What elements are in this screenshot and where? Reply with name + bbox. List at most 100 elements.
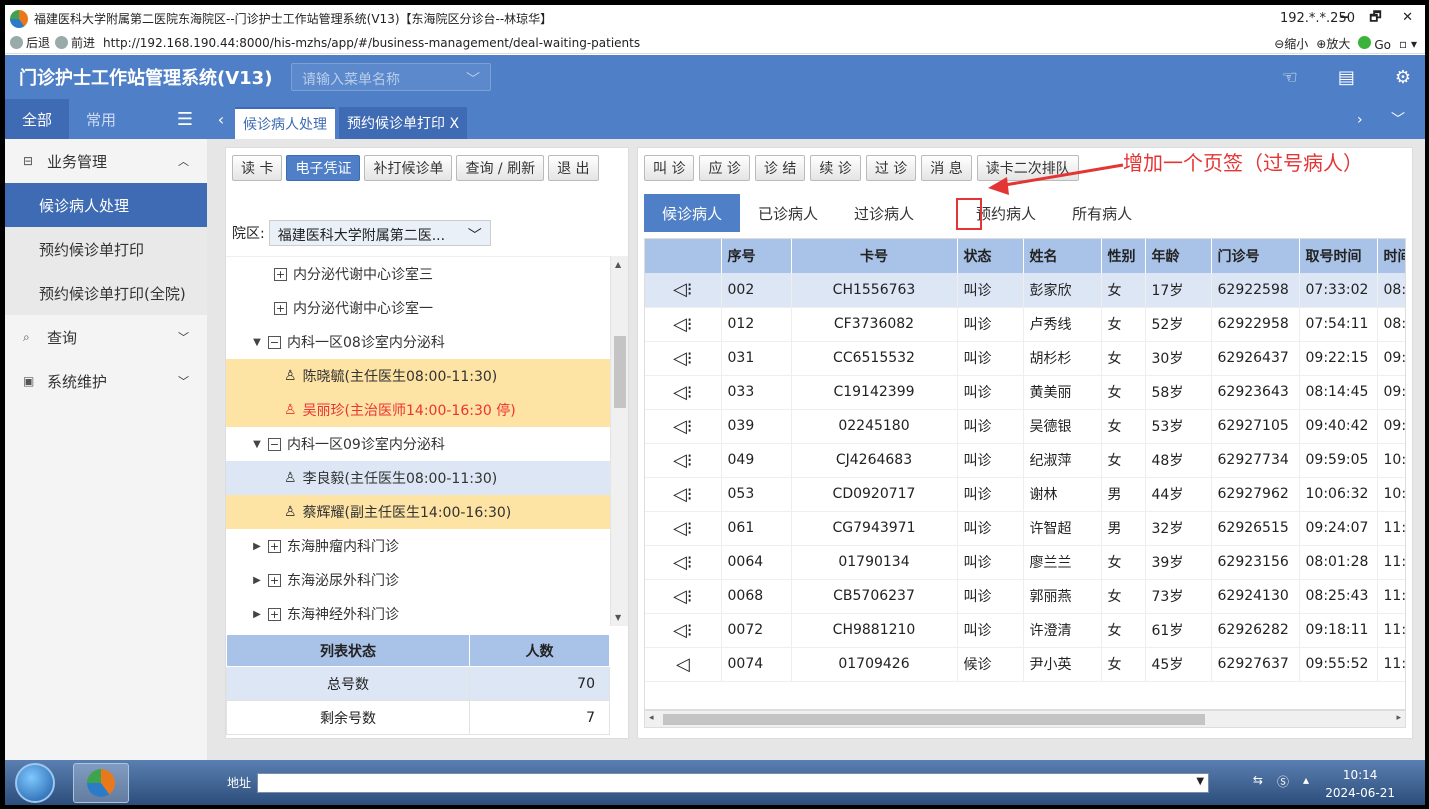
start-button-icon[interactable] [15, 762, 55, 803]
chevron-down-icon: ﹀ [178, 375, 189, 388]
app-logo-icon [87, 768, 115, 797]
cell-time: 09:24:07 [1299, 511, 1378, 546]
speaker-icon[interactable]: ◁⁝ [645, 375, 722, 410]
hscroll-thumb[interactable] [663, 714, 1205, 725]
table-row[interactable]: ◁⁝ 053 CD0920717 叫诊 谢林男 44岁 62927962 10:06:32 10… [645, 477, 1405, 512]
table-row[interactable]: ◁⁝ 0068 CB5706237 叫诊 郭丽燕女 73岁 62924130 08:25:43… [645, 579, 1405, 614]
speaker-icon[interactable]: ◁⁝ [645, 613, 722, 648]
cell-age: 44岁 [1145, 477, 1212, 512]
cell-status: 叫诊 [957, 613, 1024, 648]
expand-box-icon[interactable]: + [268, 607, 281, 621]
speaker-icon[interactable]: ◁⁝ [645, 443, 722, 478]
scroll-left-icon[interactable]: ◂ [649, 713, 654, 723]
annotation-text: 增加一个页签（过号病人） [1123, 151, 1363, 175]
speaker-icon[interactable]: ◁ [645, 647, 722, 682]
table-row[interactable]: ◁⁝ 049 CJ4264683 叫诊 纪淑萍女 48岁 62927734 09:59:05 1… [645, 443, 1405, 478]
scroll-thumb[interactable] [614, 336, 626, 408]
cell-time: 10:06:32 [1299, 477, 1378, 512]
collapse-box-icon[interactable]: − [268, 335, 281, 349]
cell-t2: 11:3 [1377, 647, 1405, 682]
tree-node-label: 东海泌尿外科门诊 [287, 573, 399, 589]
tree-scrollbar[interactable]: ▲ ▼ [610, 256, 628, 626]
tree-node[interactable]: ▶ + 东海泌尿外科门诊 [226, 563, 610, 597]
scroll-right-icon[interactable]: ▸ [1396, 713, 1401, 723]
tree-node[interactable]: ▼ − 内科一区08诊室内分泌科 [226, 325, 610, 359]
cell-name: 许澄清 [1023, 613, 1102, 648]
chevron-down-icon: ﹀ [178, 331, 189, 344]
table-row[interactable]: ◁⁝ 0072 CH9881210 叫诊 许澄清女 61岁 62926282 09:18:11… [645, 613, 1405, 648]
cell-name: 胡杉杉 [1023, 341, 1102, 376]
caret-right-icon[interactable]: ▶ [250, 541, 264, 552]
cell-status: 叫诊 [957, 409, 1024, 444]
taskbar-address-input[interactable]: ▼ [257, 772, 1210, 793]
cell-t2: 09:3 [1377, 341, 1405, 376]
cell-no: 031 [721, 341, 792, 376]
table-row[interactable]: ◁⁝ 0064 01790134 叫诊 廖兰兰女 39岁 62923156 08:01:28 1… [645, 545, 1405, 580]
cell-sex: 女 [1101, 341, 1146, 376]
chevron-down-icon[interactable]: ▼ [1196, 776, 1204, 787]
taskbar-clock[interactable]: 10:14 2024-06-21 [1325, 766, 1395, 802]
cell-time: 09:18:11 [1299, 613, 1378, 648]
cell-mz: 62923643 [1211, 375, 1300, 410]
tree-node-label: 东海肿瘤内科门诊 [287, 539, 399, 555]
taskbar-app-button[interactable] [73, 762, 129, 803]
cell-time: 09:55:52 [1299, 647, 1378, 682]
cell-sex: 女 [1101, 579, 1146, 614]
cell-sex: 女 [1101, 375, 1146, 410]
stats-row: 总号数 70 [225, 666, 610, 701]
speaker-icon[interactable]: ◁⁝ [645, 307, 722, 342]
speaker-icon[interactable]: ◁⁝ [645, 477, 722, 512]
person-icon: ♙ [284, 504, 297, 520]
caret-down-icon[interactable]: ▼ [250, 439, 264, 450]
table-row[interactable]: ◁ 0074 01709426 候诊 尹小英女 45岁 62927637 09:55:52 11… [645, 647, 1405, 682]
cell-name: 许智超 [1023, 511, 1102, 546]
speaker-icon[interactable]: ◁⁝ [645, 409, 722, 444]
tree-node[interactable]: ▼ − 内科一区09诊室内分泌科 [226, 427, 610, 461]
cell-age: 30岁 [1145, 341, 1212, 376]
cell-time: 08:25:43 [1299, 579, 1378, 614]
cell-card: CH9881210 [791, 613, 958, 648]
cell-no: 033 [721, 375, 792, 410]
speaker-icon[interactable]: ◁⁝ [645, 579, 722, 614]
monitor-icon: ▣ [23, 374, 35, 388]
tree-node[interactable]: ♙ 蔡辉耀(副主任医生14:00-16:30) [226, 495, 610, 529]
sidebar-section-query[interactable]: ⌕ 查询 ﹀ [5, 315, 207, 359]
clock-time: 10:14 [1342, 768, 1378, 782]
speaker-icon[interactable]: ◁⁝ [645, 545, 722, 580]
cell-mz: 62924130 [1211, 579, 1300, 614]
table-row[interactable]: ◁⁝ 012 CF3736082 叫诊 卢秀线女 52岁 62922958 07:54:11 0… [645, 307, 1405, 342]
cell-time: 08:14:45 [1299, 375, 1378, 410]
cell-sex: 女 [1101, 647, 1146, 682]
speaker-icon[interactable]: ◁⁝ [645, 511, 722, 546]
cell-status: 叫诊 [957, 579, 1024, 614]
tree-node[interactable]: ♙ 吴丽珍(主治医师14:00-16:30 停) [226, 393, 610, 427]
cell-t2: 11:0 [1377, 511, 1405, 546]
caret-right-icon[interactable]: ▶ [250, 575, 264, 586]
cell-t2: 09:3 [1377, 375, 1405, 410]
tree-node[interactable]: ♙ 陈晓毓(主任医生08:00-11:30) [226, 359, 610, 393]
cell-time: 09:59:05 [1299, 443, 1378, 478]
ime-icon[interactable]: ⇆ [1253, 773, 1263, 790]
tray-s-icon[interactable]: Ⓢ [1277, 773, 1289, 790]
tree-node[interactable]: ▶ + 东海神经外科门诊 [226, 597, 610, 626]
cell-no: 053 [721, 477, 792, 512]
grid-hscrollbar[interactable]: ◂ ▸ [644, 710, 1406, 728]
caret-right-icon[interactable]: ▶ [250, 609, 264, 620]
cell-status: 叫诊 [957, 545, 1024, 580]
table-row[interactable]: ◁⁝ 033 C19142399 叫诊 黄美丽女 58岁 62923643 08:14:45 0… [645, 375, 1405, 410]
cell-age: 58岁 [1145, 375, 1212, 410]
tray-expand-icon[interactable]: ▴ [1303, 773, 1309, 790]
table-row[interactable]: ◁⁝ 039 02245180 叫诊 吴德银女 53岁 62927105 09:40:42 09… [645, 409, 1405, 444]
speaker-icon[interactable]: ◁⁝ [645, 341, 722, 376]
tree-node[interactable]: ♙ 李良毅(主任医生08:00-11:30) [226, 461, 610, 495]
table-row[interactable]: ◁⁝ 031 CC6515532 叫诊 胡杉杉女 30岁 62926437 09:22:15 0… [645, 341, 1405, 376]
caret-down-icon[interactable]: ▼ [250, 337, 264, 348]
expand-box-icon[interactable]: + [268, 539, 281, 553]
tree-node-label: 吴丽珍(主治医师14:00-16:30 停) [302, 403, 516, 419]
sidebar-section-system[interactable]: ▣ 系统维护 ﹀ [5, 359, 207, 403]
collapse-box-icon[interactable]: − [268, 437, 281, 451]
table-row[interactable]: ◁⁝ 061 CG7943971 叫诊 许智超男 32岁 62926515 09:24:07 1… [645, 511, 1405, 546]
tree-node[interactable]: ▶ + 东海肿瘤内科门诊 [226, 529, 610, 563]
expand-box-icon[interactable]: + [268, 573, 281, 587]
scroll-down-icon[interactable]: ▼ [615, 613, 621, 622]
